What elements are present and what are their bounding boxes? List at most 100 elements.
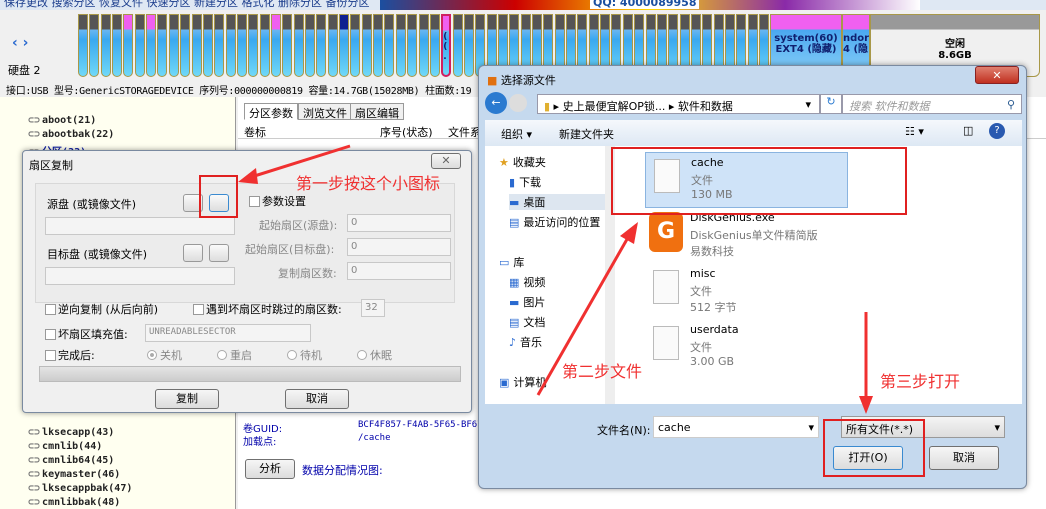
filename-input[interactable]: cache ▾ bbox=[653, 416, 819, 438]
source-input[interactable] bbox=[45, 217, 235, 235]
partition-block[interactable] bbox=[373, 14, 384, 77]
command-bar: 组织 ▾ 新建文件夹 ☷ ▾ ◫ ? bbox=[485, 120, 1022, 146]
search-placeholder: 搜索 软件和数据 bbox=[849, 100, 930, 113]
disk-nav-arrows[interactable]: ‹ › bbox=[12, 35, 28, 51]
partition-block[interactable] bbox=[463, 14, 474, 77]
partition-block[interactable] bbox=[78, 14, 88, 77]
dialog-title: 扇区复制 bbox=[29, 159, 73, 172]
partition-block[interactable] bbox=[293, 14, 304, 77]
tab-partition-params[interactable]: 分区参数 bbox=[244, 103, 298, 120]
view-icon[interactable]: ☷ ▾ bbox=[905, 125, 924, 138]
partition-block[interactable] bbox=[180, 14, 191, 77]
partition-block[interactable] bbox=[248, 14, 259, 77]
partition-block[interactable] bbox=[168, 14, 179, 77]
partition-block[interactable] bbox=[316, 14, 327, 77]
radio-shutdown[interactable]: 关机 bbox=[147, 347, 182, 363]
partition-block[interactable] bbox=[282, 14, 293, 77]
partition-block[interactable] bbox=[327, 14, 338, 77]
partition-block[interactable] bbox=[339, 14, 350, 77]
partition-block[interactable] bbox=[452, 14, 463, 77]
forward-icon[interactable] bbox=[509, 94, 527, 112]
target-file-icon[interactable] bbox=[209, 244, 229, 262]
target-input[interactable] bbox=[45, 267, 235, 285]
tab-browse-files[interactable]: 浏览文件 bbox=[298, 103, 352, 120]
tree-item[interactable]: ⊂⊃ keymaster(46) bbox=[28, 469, 120, 480]
partition-block[interactable] bbox=[225, 14, 236, 77]
partition-block[interactable] bbox=[384, 14, 395, 77]
partition-block[interactable] bbox=[202, 14, 213, 77]
partition-block[interactable] bbox=[418, 14, 429, 77]
partition-block[interactable] bbox=[214, 14, 225, 77]
partition-block[interactable] bbox=[191, 14, 202, 77]
tree-item-label: aboot(21) bbox=[42, 115, 97, 126]
tree-item[interactable]: ⊂⊃ abootbak(22) bbox=[28, 129, 114, 140]
partition-block[interactable] bbox=[123, 14, 134, 77]
skip-input[interactable]: 32 bbox=[361, 299, 385, 317]
refresh-icon[interactable]: ↻ bbox=[820, 94, 842, 114]
col-index[interactable]: 序号(状态) bbox=[380, 124, 433, 140]
radio-restart[interactable]: 重启 bbox=[217, 347, 252, 363]
fill-checkbox[interactable]: 坏扇区填充值: bbox=[45, 326, 128, 342]
radio-label: 重启 bbox=[230, 349, 252, 362]
partition-block[interactable] bbox=[100, 14, 111, 77]
count-input[interactable]: 0 bbox=[347, 262, 451, 280]
cancel-button[interactable]: 取消 bbox=[929, 446, 999, 470]
radio-label: 休眠 bbox=[370, 349, 392, 362]
tree-item[interactable]: ⊂⊃ cmnlib(44) bbox=[28, 441, 102, 452]
tree-item[interactable]: ⊂⊃ cmnlib64(45) bbox=[28, 455, 114, 466]
partition-block[interactable] bbox=[361, 14, 372, 77]
partition-block[interactable] bbox=[350, 14, 361, 77]
close-button[interactable]: ✕ bbox=[431, 153, 461, 169]
partition-block[interactable] bbox=[236, 14, 247, 77]
start-src-input[interactable]: 0 bbox=[347, 214, 451, 232]
params-checkbox[interactable]: 参数设置 bbox=[249, 193, 306, 209]
skip-checkbox[interactable]: 遇到坏扇区时跳过的扇区数: bbox=[193, 301, 342, 317]
tab-sector-edit[interactable]: 扇区编辑 bbox=[350, 103, 404, 120]
file-item[interactable]: G DiskGenius.exe DiskGenius单文件精简版 易数科技 bbox=[645, 208, 905, 264]
partition-block[interactable] bbox=[157, 14, 168, 77]
start-tgt-input[interactable]: 0 bbox=[347, 238, 451, 256]
target-disk-icon[interactable] bbox=[183, 244, 203, 262]
partition-block[interactable] bbox=[395, 14, 406, 77]
col-fs[interactable]: 文件系 bbox=[448, 124, 481, 140]
reverse-checkbox[interactable]: 逆向复制 (从后向前) bbox=[45, 301, 158, 317]
tree-item[interactable]: ⊂⊃ lksecappbak(47) bbox=[28, 483, 132, 494]
fill-label: 坏扇区填充值: bbox=[58, 328, 128, 341]
partition-label: 空闲 8.6GB bbox=[938, 39, 972, 61]
col-label[interactable]: 卷标 bbox=[244, 124, 266, 140]
partition-block[interactable] bbox=[89, 14, 100, 77]
close-button[interactable]: ✕ bbox=[975, 66, 1019, 84]
new-folder-button[interactable]: 新建文件夹 bbox=[559, 126, 614, 142]
partition-block[interactable]: ( ( . bbox=[441, 14, 452, 77]
after-checkbox[interactable]: 完成后: bbox=[45, 347, 95, 363]
preview-pane-icon[interactable]: ◫ bbox=[963, 124, 973, 137]
partition-block[interactable] bbox=[305, 14, 315, 77]
partition-block[interactable] bbox=[146, 14, 157, 77]
help-icon[interactable]: ? bbox=[989, 123, 1005, 139]
radio-standby[interactable]: 待机 bbox=[287, 347, 322, 363]
mount-label: 加载点: bbox=[243, 437, 277, 448]
radio-hibernate[interactable]: 休眠 bbox=[357, 347, 392, 363]
copy-button[interactable]: 复制 bbox=[155, 389, 219, 409]
fill-input[interactable]: UNREADABLESECTOR bbox=[145, 324, 311, 342]
organize-button[interactable]: 组织 ▾ bbox=[501, 126, 532, 142]
partition-block[interactable] bbox=[112, 14, 123, 77]
path-segment[interactable]: 软件和数据 bbox=[678, 100, 733, 113]
partition-block[interactable] bbox=[270, 14, 281, 77]
toolbar-items[interactable]: 保存更改 搜索分区 恢复文件 快速分区 新建分区 格式化 删除分区 备份分区 bbox=[4, 0, 369, 9]
tree-item[interactable]: ⊂⊃ cmnlibbak(48) bbox=[28, 497, 120, 508]
address-bar[interactable]: ▮ ▸ 史上最便宜解OP锁... ▸ 软件和数据 ▾ bbox=[537, 94, 820, 114]
partition-block[interactable] bbox=[259, 14, 270, 77]
analyze-button[interactable]: 分析 bbox=[245, 459, 295, 479]
search-input[interactable]: 搜索 软件和数据 ⚲ bbox=[842, 94, 1022, 114]
tree-item[interactable]: ⊂⊃ aboot(21) bbox=[28, 115, 96, 126]
partition-block[interactable] bbox=[407, 14, 418, 77]
back-icon[interactable]: ← bbox=[485, 92, 507, 114]
radio-label: 待机 bbox=[300, 349, 322, 362]
tree-item[interactable]: ⊂⊃ lksecapp(43) bbox=[28, 427, 114, 438]
partition-block[interactable] bbox=[134, 14, 145, 77]
path-segment[interactable]: 史上最便宜解OP锁... bbox=[563, 100, 666, 113]
arrow-step3 bbox=[859, 312, 873, 414]
partition-block[interactable] bbox=[429, 14, 440, 77]
cancel-button[interactable]: 取消 bbox=[285, 389, 349, 409]
